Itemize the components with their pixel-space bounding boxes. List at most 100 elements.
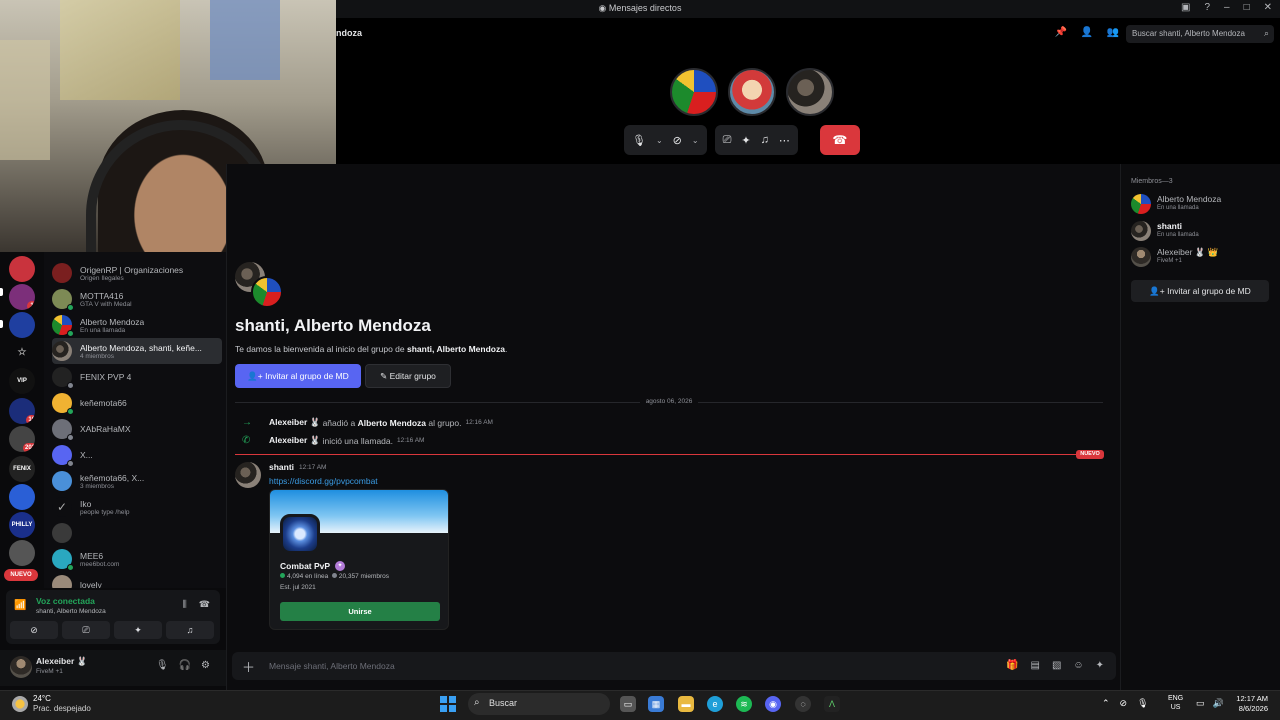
disconnect-icon[interactable]: ☎ — [199, 599, 210, 610]
discord-icon[interactable]: ◉ — [765, 696, 781, 712]
screen-share-button[interactable]: ⎚ — [62, 621, 110, 639]
dm-item[interactable]: ✓ Iko people type /help — [52, 494, 222, 520]
server-icon[interactable]: 1 — [9, 284, 35, 310]
gear-icon[interactable]: ⚙ — [201, 660, 210, 671]
online-dot — [280, 573, 285, 578]
server-icon[interactable]: VIP — [9, 368, 35, 394]
edge-icon[interactable]: e — [707, 696, 723, 712]
chevron-down-icon[interactable]: ⌄ — [692, 136, 699, 145]
mic-icon[interactable]: 🎙 — [1137, 698, 1148, 709]
dm-item[interactable]: lovely — [52, 572, 222, 588]
chevron-down-icon[interactable]: ⌄ — [656, 136, 663, 145]
network-icon[interactable]: ⊘ — [1120, 698, 1128, 709]
headphones-icon[interactable]: 🎧 — [179, 660, 191, 671]
webcam-background — [60, 0, 180, 100]
dm-avatar — [52, 523, 72, 543]
clock[interactable]: 12:17 AM 8/6/2026 — [1228, 694, 1268, 714]
maximize-icon[interactable]: □ — [1244, 2, 1250, 13]
apps-icon[interactable]: ✦ — [1096, 660, 1104, 671]
server-icon[interactable] — [9, 312, 35, 338]
mic-icon[interactable]: 🎙 — [156, 660, 169, 671]
activities-icon[interactable]: ✦ — [741, 134, 750, 147]
sticker-icon[interactable]: ▧ — [1052, 660, 1061, 671]
server-icon[interactable] — [9, 256, 35, 282]
taskbar-search[interactable]: ⌕ Buscar — [468, 693, 610, 715]
mic-icon[interactable]: 🎙 — [632, 134, 646, 147]
add-friend-icon[interactable]: 👤 — [1080, 26, 1094, 40]
dm-item[interactable] — [52, 520, 222, 546]
dm-item[interactable]: Alberto Mendoza En una llamada — [52, 312, 222, 338]
more-icon[interactable]: ⋯ — [779, 134, 790, 147]
user-name[interactable]: Alexeiber 🐰 — [36, 656, 87, 667]
gift-icon[interactable]: 🎁 — [1006, 660, 1018, 671]
app-icon[interactable]: ◌ — [795, 696, 811, 712]
participant-avatar[interactable] — [670, 68, 718, 116]
inbox-icon[interactable]: ▣ — [1181, 2, 1190, 13]
volume-icon[interactable]: 🔊 — [1213, 698, 1224, 709]
server-icon[interactable]: 202 — [9, 426, 35, 452]
dm-item[interactable]: MEE6 mee6bot.com — [52, 546, 222, 572]
dm-item-active[interactable]: Alberto Mendoza, shanti, keñe... 4 miembr… — [52, 338, 222, 364]
search-input[interactable]: Buscar shanti, Alberto Mendoza ⌕ — [1126, 25, 1274, 43]
emoji-icon[interactable]: ☺ — [1073, 660, 1083, 671]
minimize-icon[interactable]: – — [1224, 2, 1230, 13]
edit-group-button[interactable]: ✎ Editar grupo — [365, 364, 451, 388]
camera-toggle-button[interactable]: ⊘ — [10, 621, 58, 639]
gif-icon[interactable]: ▤ — [1030, 660, 1039, 671]
chevron-up-icon[interactable]: ⌃ — [1102, 698, 1110, 709]
camera-off-icon[interactable]: ⊘ — [673, 134, 682, 147]
participant-avatar[interactable] — [728, 68, 776, 116]
voice-channel[interactable]: shanti, Alberto Mendoza — [36, 608, 106, 615]
member-item[interactable]: Alexeiber 🐰 👑 FiveM +1 — [1131, 245, 1276, 267]
message-link[interactable]: https://discord.gg/pvpcombat — [269, 476, 378, 486]
dm-item[interactable]: OrigenRP | Organizaciones Origen Ilegales — [52, 260, 222, 286]
language-indicator[interactable]: ENG US — [1168, 694, 1183, 712]
soundboard-icon[interactable]: ♫ — [761, 134, 769, 146]
spotify-icon[interactable]: ≋ — [736, 696, 752, 712]
avatar[interactable] — [235, 462, 261, 488]
system-verb: inició una llamada. — [320, 435, 393, 446]
server-icon[interactable]: PHILLY RP — [9, 512, 35, 538]
star-icon[interactable]: ☆ — [9, 340, 35, 366]
dm-item[interactable]: MOTTA416 GTA V with Medal — [52, 286, 222, 312]
terminal-icon[interactable]: Λ — [824, 696, 840, 712]
members-icon[interactable]: 👥 — [1106, 26, 1120, 40]
dm-item[interactable]: X... — [52, 442, 222, 468]
members-dot — [331, 573, 337, 578]
server-icon[interactable] — [9, 540, 35, 566]
monitor-icon[interactable]: ▭ — [1196, 698, 1205, 709]
soundboard-button[interactable]: ♫ — [166, 621, 214, 639]
file-explorer-icon[interactable]: ▬ — [678, 696, 694, 712]
dm-item[interactable]: keñemota66, X... 3 miembros — [52, 468, 222, 494]
close-icon[interactable]: ✕ — [1264, 2, 1272, 13]
message-composer[interactable]: ＋ Mensaje shanti, Alberto Mendoza 🎁 ▤ ▧ … — [232, 652, 1116, 680]
invite-group-button[interactable]: 👤+ Invitar al grupo de MD — [1131, 280, 1269, 302]
end-call-button[interactable]: ☎ — [819, 125, 860, 155]
user-status: FiveM +1 — [36, 668, 63, 675]
voice-status[interactable]: Voz conectada — [36, 596, 95, 606]
pin-icon[interactable]: 📌 — [1054, 26, 1068, 40]
invite-group-button[interactable]: 👤+ Invitar al grupo de MD — [235, 364, 361, 388]
task-view-icon[interactable]: ▭ — [620, 696, 636, 712]
plus-icon[interactable]: ＋ — [242, 657, 255, 676]
join-button[interactable]: Unirse — [280, 602, 440, 621]
noise-suppression-icon[interactable]: ⫼ — [183, 599, 187, 610]
message-author[interactable]: shanti — [269, 462, 294, 472]
system-target[interactable]: Alberto Mendoza — [358, 418, 426, 428]
store-icon[interactable]: ▦ — [648, 696, 664, 712]
dm-item[interactable]: XAbRaHaMX — [52, 416, 222, 442]
dm-item[interactable]: FENIX PVP 4 — [52, 364, 222, 390]
member-item[interactable]: Alberto Mendoza En una llamada — [1131, 192, 1276, 214]
start-button[interactable] — [440, 696, 456, 712]
server-icon[interactable]: FENIX — [9, 456, 35, 482]
avatar[interactable] — [10, 656, 32, 678]
participant-avatar[interactable] — [786, 68, 834, 116]
member-item[interactable]: shanti En una llamada — [1131, 219, 1276, 241]
system-actor[interactable]: Alexeiber 🐰 — [269, 435, 320, 446]
activities-button[interactable]: ✦ — [114, 621, 162, 639]
system-actor[interactable]: Alexeiber 🐰 — [269, 417, 320, 428]
server-icon[interactable] — [9, 484, 35, 510]
new-messages-divider — [235, 454, 1103, 455]
screen-share-icon[interactable]: ⎚ — [723, 134, 732, 147]
help-icon[interactable]: ? — [1204, 2, 1210, 13]
